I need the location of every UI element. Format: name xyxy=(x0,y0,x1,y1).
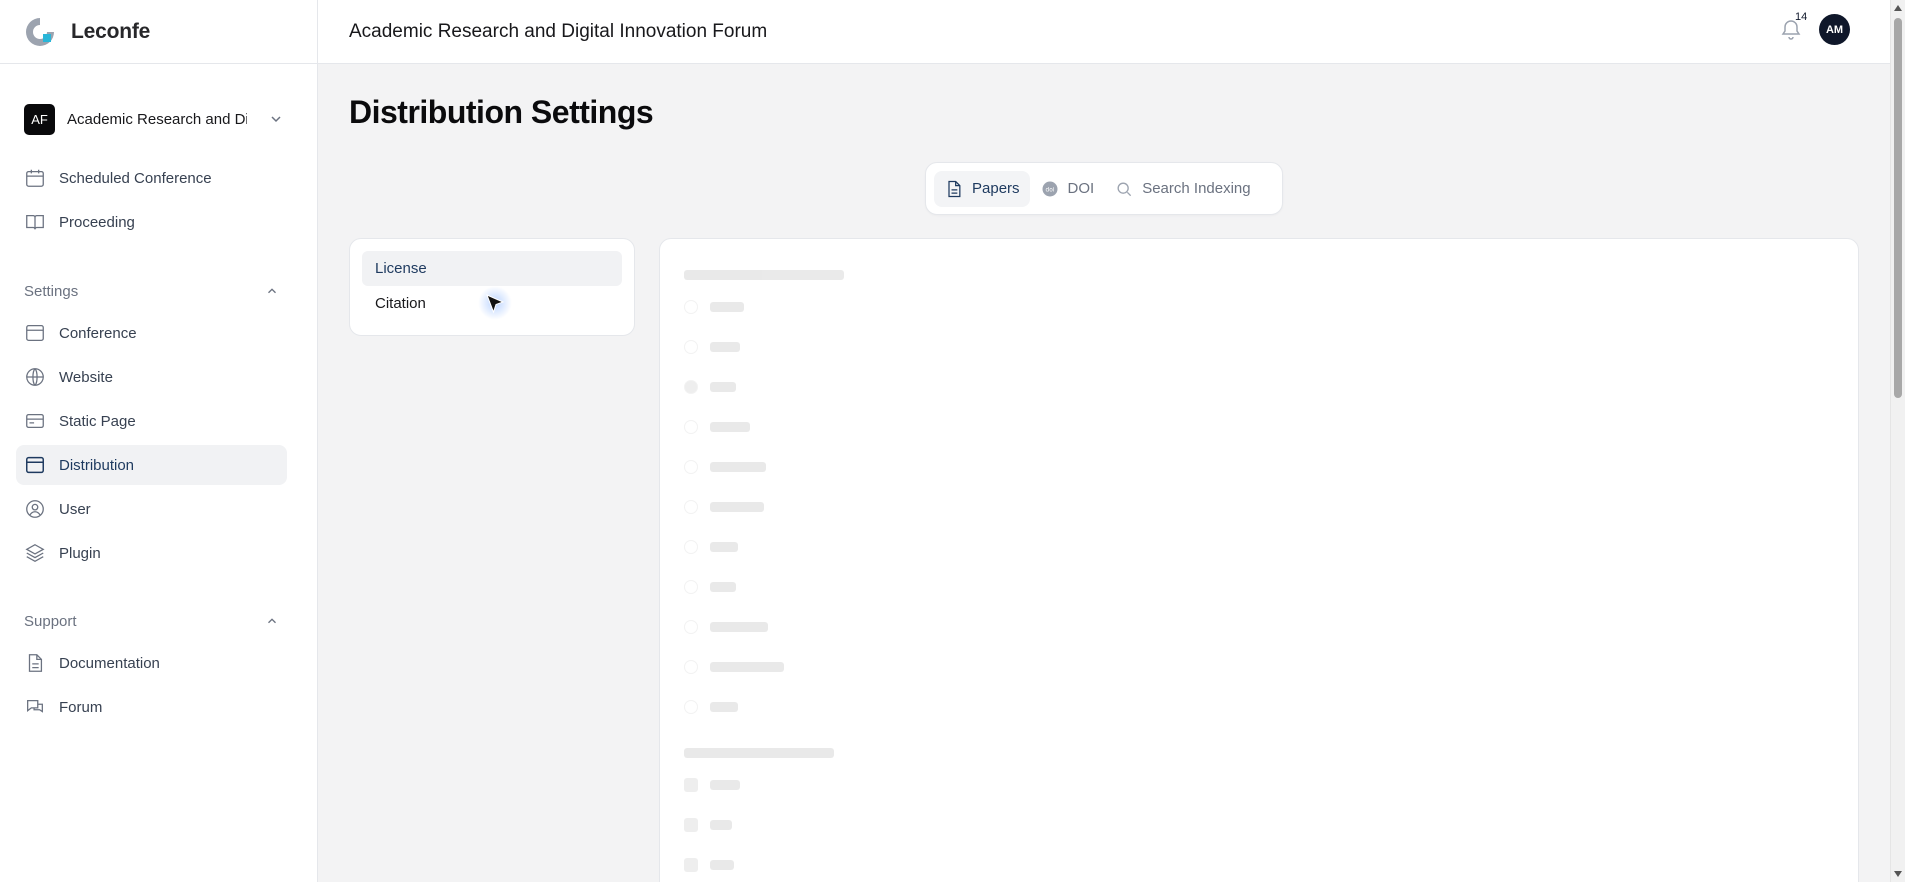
sidebar-item-static-page[interactable]: Static Page xyxy=(16,401,287,441)
leconfe-logo-icon xyxy=(26,17,54,46)
tab-label: DOI xyxy=(1067,180,1095,197)
sidebar-item-label: Documentation xyxy=(59,654,160,672)
placeholder-heading xyxy=(684,265,844,285)
page-title: Distribution Settings xyxy=(349,94,654,130)
support-section-label: Support xyxy=(24,612,77,630)
brand-name: Leconfe xyxy=(71,19,151,43)
sidebar-item-conference[interactable]: Conference xyxy=(16,313,287,353)
support-section-toggle[interactable]: Support xyxy=(24,610,279,632)
placeholder-row xyxy=(684,537,738,557)
tab-label: Papers xyxy=(972,180,1020,197)
sidebar-item-label: Static Page xyxy=(59,412,136,430)
svg-text:doi: doi xyxy=(1045,187,1054,193)
placeholder-row xyxy=(684,457,766,477)
notification-count-badge: 14 xyxy=(1793,10,1810,23)
window-icon xyxy=(26,456,44,474)
placeholder-row xyxy=(684,855,734,875)
placeholder-row xyxy=(684,815,732,835)
user-circle-icon xyxy=(26,500,44,518)
sidebar-item-proceeding[interactable]: Proceeding xyxy=(16,202,287,242)
chevron-up-icon xyxy=(268,618,276,624)
tab-label: Search Indexing xyxy=(1142,180,1251,197)
sidebar-item-label: Plugin xyxy=(59,544,101,562)
sidebar-item-scheduled-conference[interactable]: Scheduled Conference xyxy=(16,158,287,198)
sidebar-item-label: User xyxy=(59,500,91,518)
settings-section-toggle[interactable]: Settings xyxy=(24,280,279,302)
document-text-icon xyxy=(948,180,961,197)
scroll-down-arrow-icon[interactable] xyxy=(1894,871,1902,877)
sidebar-item-distribution[interactable]: Distribution xyxy=(16,445,287,485)
chevron-down-icon xyxy=(271,116,281,123)
placeholder-row xyxy=(684,377,736,397)
placeholder-row xyxy=(684,577,736,597)
chevron-up-icon xyxy=(268,288,276,294)
sidebar-item-forum[interactable]: Forum xyxy=(16,687,287,727)
document-icon xyxy=(28,654,43,672)
placeholder-row xyxy=(684,697,738,717)
sidebar-item-label: Proceeding xyxy=(59,213,135,231)
sidebar-item-plugin[interactable]: Plugin xyxy=(16,533,287,573)
header-title: Academic Research and Digital Innovation… xyxy=(349,20,768,42)
search-icon xyxy=(1117,182,1132,196)
conference-switcher[interactable]: AF Academic Research and Digital Innovat… xyxy=(24,103,284,135)
user-avatar[interactable]: AM xyxy=(1819,14,1850,45)
globe-icon xyxy=(26,368,44,386)
placeholder-row xyxy=(684,775,740,795)
distribution-tabs: Papers doi DOI Search Indexing xyxy=(925,162,1283,215)
window-icon xyxy=(26,325,44,341)
subnav-item-license[interactable]: License xyxy=(362,251,622,286)
placeholder-row xyxy=(684,617,768,637)
sidebar: AF Academic Research and Digital Innovat… xyxy=(0,64,318,882)
placeholder-row xyxy=(684,417,750,437)
sidebar-item-label: Conference xyxy=(59,324,137,342)
scroll-up-arrow-icon[interactable] xyxy=(1894,5,1902,11)
tab-search-indexing[interactable]: Search Indexing xyxy=(1104,171,1260,207)
calendar-icon xyxy=(26,169,44,187)
sidebar-item-label: Website xyxy=(59,368,113,386)
placeholder-row xyxy=(684,657,784,677)
mouse-cursor-icon xyxy=(486,294,505,314)
sidebar-item-documentation[interactable]: Documentation xyxy=(16,643,287,683)
doi-icon: doi xyxy=(1042,181,1058,196)
placeholder-row xyxy=(684,497,764,517)
placeholder-row xyxy=(684,297,744,317)
conference-badge: AF xyxy=(24,103,55,135)
page-scrollbar[interactable] xyxy=(1890,0,1905,882)
sidebar-item-website[interactable]: Website xyxy=(16,357,287,397)
card-icon xyxy=(26,413,44,429)
content-panel-loading xyxy=(659,238,1859,882)
sidebar-item-label: Forum xyxy=(59,698,103,716)
sidebar-item-label: Scheduled Conference xyxy=(59,169,212,187)
tab-doi[interactable]: doi DOI xyxy=(1030,171,1105,207)
placeholder-heading xyxy=(684,743,834,763)
scrollbar-thumb[interactable] xyxy=(1894,18,1902,398)
layers-icon xyxy=(25,544,45,562)
sidebar-item-user[interactable]: User xyxy=(16,489,287,529)
book-open-icon xyxy=(26,214,44,230)
top-bar: Leconfe Academic Research and Digital In… xyxy=(0,0,1890,64)
conference-name: Academic Research and Digital Innovation… xyxy=(67,110,247,128)
chat-bubbles-icon xyxy=(27,699,43,713)
settings-section-label: Settings xyxy=(24,282,79,300)
notifications-button[interactable]: 14 xyxy=(1779,10,1810,43)
tab-papers[interactable]: Papers xyxy=(934,170,1030,207)
sidebar-item-label: Distribution xyxy=(59,456,135,474)
placeholder-row xyxy=(684,337,740,357)
brand[interactable]: Leconfe xyxy=(0,0,318,64)
